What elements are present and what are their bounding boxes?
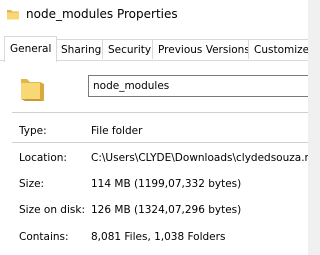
window-title: node_modules Properties: [26, 7, 178, 21]
type-value: File folder: [91, 125, 143, 137]
title-bar[interactable]: node_modules Properties: [0, 0, 308, 36]
tab-security[interactable]: Security: [102, 39, 158, 59]
size-value: 114 MB (1199,07,332 bytes): [91, 178, 242, 190]
properties-window: node_modules Properties General Sharing …: [0, 0, 308, 255]
tab-previous-versions[interactable]: Previous Versions: [152, 39, 256, 59]
location-label: Location:: [19, 152, 67, 164]
location-value[interactable]: C:\Users\CLYDE\Downloads\clydedsouza.me: [91, 152, 308, 164]
type-label: Type:: [19, 125, 47, 137]
size-label: Size:: [19, 178, 45, 190]
divider: [12, 142, 308, 143]
contains-label: Contains:: [19, 231, 69, 243]
tab-customize[interactable]: Customize: [248, 39, 308, 59]
general-pane: Type: File folder Location: C:\Users\CLY…: [0, 61, 308, 255]
contains-value: 8,081 Files, 1,038 Folders: [91, 231, 226, 243]
divider: [12, 112, 308, 113]
tab-sharing[interactable]: Sharing: [55, 39, 108, 59]
folder-name-input[interactable]: [88, 75, 308, 97]
tab-strip: General Sharing Security Previous Versio…: [0, 36, 308, 62]
folder-icon: [21, 79, 44, 101]
tab-general[interactable]: General: [4, 36, 58, 62]
folder-icon: [7, 10, 19, 20]
size-on-disk-label: Size on disk:: [19, 204, 85, 216]
size-on-disk-value: 126 MB (1324,07,296 bytes): [91, 204, 242, 216]
